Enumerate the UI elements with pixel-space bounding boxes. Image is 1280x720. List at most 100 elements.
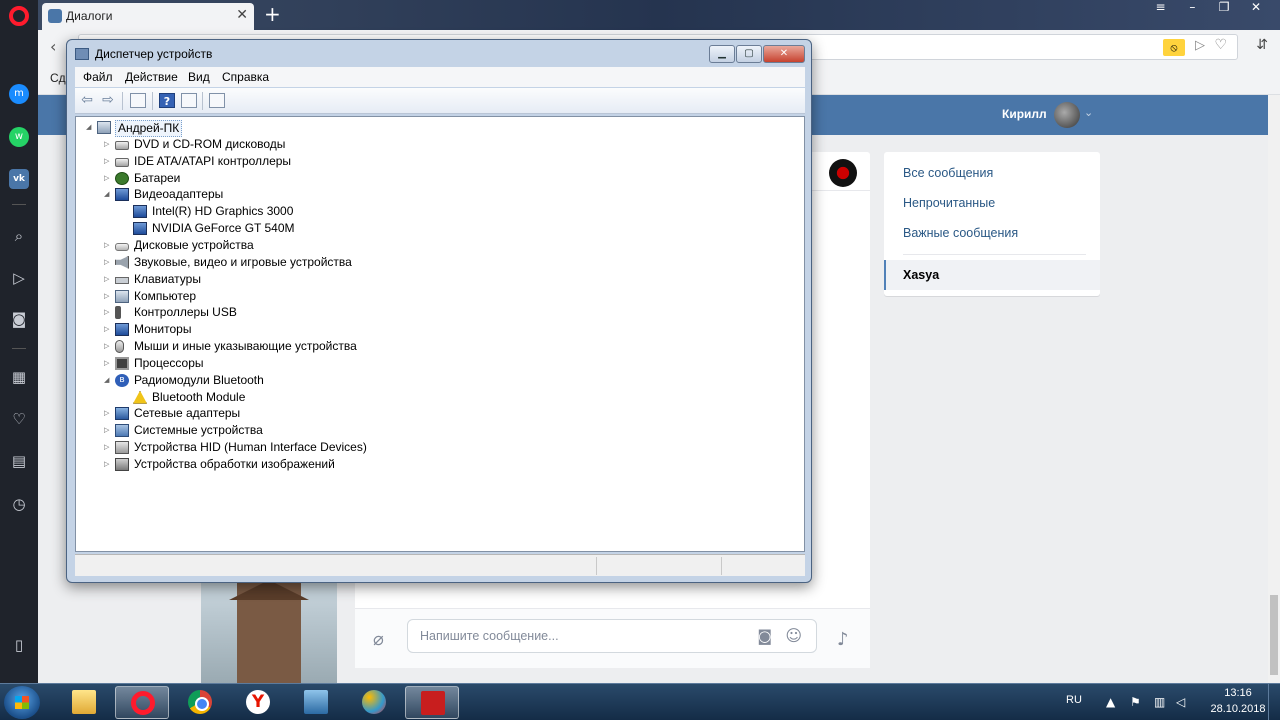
menu-all-messages[interactable]: Все сообщения [903,166,993,180]
tree-label: Дисковые устройства [134,237,254,252]
menu-file[interactable]: Файл [83,70,113,84]
minimize-button[interactable]: ▁ [709,45,735,63]
start-button[interactable] [4,686,40,719]
tab-bar: Диалоги ✕ + ≡ – ❐ ✕ [38,0,1280,30]
expand-arrow-icon[interactable]: ▷ [104,341,112,351]
attach-icon[interactable]: ⌀ [373,629,384,650]
restore-icon[interactable]: ❐ [1210,0,1238,14]
taskbar-explorer[interactable] [57,686,111,719]
taskbar-device-manager[interactable] [405,686,459,719]
taskbar-yandex[interactable]: Y [231,686,285,719]
expand-arrow-icon[interactable]: ▷ [104,291,112,301]
menu-unread[interactable]: Непрочитанные [903,196,995,210]
action-center-flag-icon[interactable]: ⚑ [1130,695,1141,709]
emoji-icon[interactable]: ☺ [785,626,802,645]
menu-active-chat[interactable]: Xasya [884,260,1100,290]
minimize-icon[interactable]: – [1178,0,1206,14]
expand-arrow-icon[interactable]: ▷ [104,442,112,452]
menu-help[interactable]: Справка [222,70,269,84]
bookmark-heart-icon[interactable]: ♡ [1214,37,1227,53]
microphone-icon[interactable]: ♪ [837,629,849,650]
window-title-bar[interactable]: Диспетчер устройств ▁ ▢ ✕ [75,44,805,66]
expand-arrow-icon[interactable]: ▷ [104,307,112,317]
clock-time[interactable]: 13:16 [1208,687,1268,699]
forward-arrow-icon[interactable]: ⇨ [100,93,116,108]
flow-icon[interactable]: ▷ [1195,38,1205,53]
send-icon[interactable]: ▷ [9,268,29,288]
messenger-icon[interactable]: m [9,84,29,104]
sidebar-toggle-icon[interactable]: ▯ [9,635,29,655]
display-adapter-icon [133,222,147,236]
menu-divider [903,254,1086,255]
chat-avatar[interactable] [829,159,857,187]
house-illustration [229,580,309,683]
camera-icon[interactable]: ◙ [9,309,29,329]
tab-menu-icon[interactable]: ≡ [1147,0,1175,14]
maximize-button[interactable]: ▢ [736,45,762,63]
menu-view[interactable]: Вид [188,70,210,84]
monitor-icon [115,323,129,337]
history-icon[interactable]: ◷ [9,494,29,514]
news-icon[interactable]: ▤ [9,451,29,471]
collapse-arrow-icon[interactable]: ◢ [86,122,94,132]
expand-arrow-icon[interactable]: ▷ [104,139,112,149]
device-tree[interactable]: ◢ Андрей-ПК ▷ DVD и CD-ROM дисководы ▷ IDE … [75,116,805,552]
taskbar-opera[interactable] [115,686,169,719]
taskbar-chrome[interactable] [173,686,227,719]
expand-arrow-icon[interactable]: ▷ [104,425,112,435]
tab-close-icon[interactable]: ✕ [236,7,248,23]
language-indicator[interactable]: RU [1066,694,1082,706]
page-scrollbar[interactable] [1268,95,1280,683]
taskbar-paint[interactable] [347,686,401,719]
menu-important[interactable]: Важные сообщения [903,226,1018,240]
new-tab-button[interactable]: + [264,2,281,26]
volume-icon[interactable]: ◁ [1176,695,1185,709]
show-hide-tree-icon[interactable] [130,93,146,108]
back-arrow-icon[interactable]: ⇦ [79,93,95,108]
expand-arrow-icon[interactable]: ▷ [104,173,112,183]
collapse-arrow-icon[interactable]: ◢ [104,189,112,199]
apps-icon[interactable]: ▦ [9,367,29,387]
sticker-image [201,580,337,683]
warning-icon [133,390,147,404]
show-desktop-button[interactable] [1268,684,1280,720]
expand-arrow-icon[interactable]: ▷ [104,156,112,166]
vk-icon[interactable]: vk [9,169,29,189]
back-icon[interactable]: ‹ [50,37,56,56]
expand-arrow-icon[interactable]: ▷ [104,358,112,368]
search-icon[interactable]: ⌕ [9,226,29,246]
message-input[interactable]: Напишите сообщение... ◙ ☺ [407,619,817,653]
scan-hardware-icon[interactable] [209,93,225,108]
expand-arrow-icon[interactable]: ▷ [104,257,112,267]
close-window-icon[interactable]: ✕ [1242,0,1270,14]
heart-icon[interactable]: ♡ [9,409,29,429]
easy-setup-icon[interactable]: ⇵ [1256,37,1268,53]
properties-icon[interactable] [181,93,197,108]
user-avatar[interactable] [1054,102,1080,128]
expand-arrow-icon[interactable]: ▷ [104,240,112,250]
help-icon[interactable]: ? [159,93,175,108]
collapse-arrow-icon[interactable]: ◢ [104,375,112,385]
adblock-icon[interactable]: ⦸ [1163,39,1185,56]
expand-arrow-icon[interactable]: ▷ [104,408,112,418]
scrollbar-thumb[interactable] [1270,595,1278,675]
expand-arrow-icon[interactable]: ▷ [104,459,112,469]
tree-label: Радиомодули Bluetooth [134,372,264,387]
expand-arrow-icon[interactable]: ▷ [104,274,112,284]
chevron-down-icon[interactable]: ⌄ [1084,106,1093,119]
windows-logo-icon [15,696,29,709]
menu-action[interactable]: Действие [125,70,178,84]
clock-date[interactable]: 28.10.2018 [1200,703,1276,715]
opera-logo-icon[interactable] [9,6,29,26]
tab-dialogs[interactable]: Диалоги ✕ [42,3,254,30]
expand-arrow-icon[interactable]: ▷ [104,324,112,334]
user-name[interactable]: Кирилл [1002,107,1047,121]
computer-icon [97,121,111,134]
whatsapp-icon[interactable]: w [9,127,29,147]
camera-icon[interactable]: ◙ [757,627,772,645]
network-icon[interactable]: ▥ [1154,695,1165,709]
show-hidden-icons-icon[interactable]: ▲ [1106,695,1115,709]
tree-label: Intel(R) HD Graphics 3000 [152,204,294,219]
close-button[interactable]: ✕ [763,45,805,63]
taskbar-remote-desktop[interactable] [289,686,343,719]
